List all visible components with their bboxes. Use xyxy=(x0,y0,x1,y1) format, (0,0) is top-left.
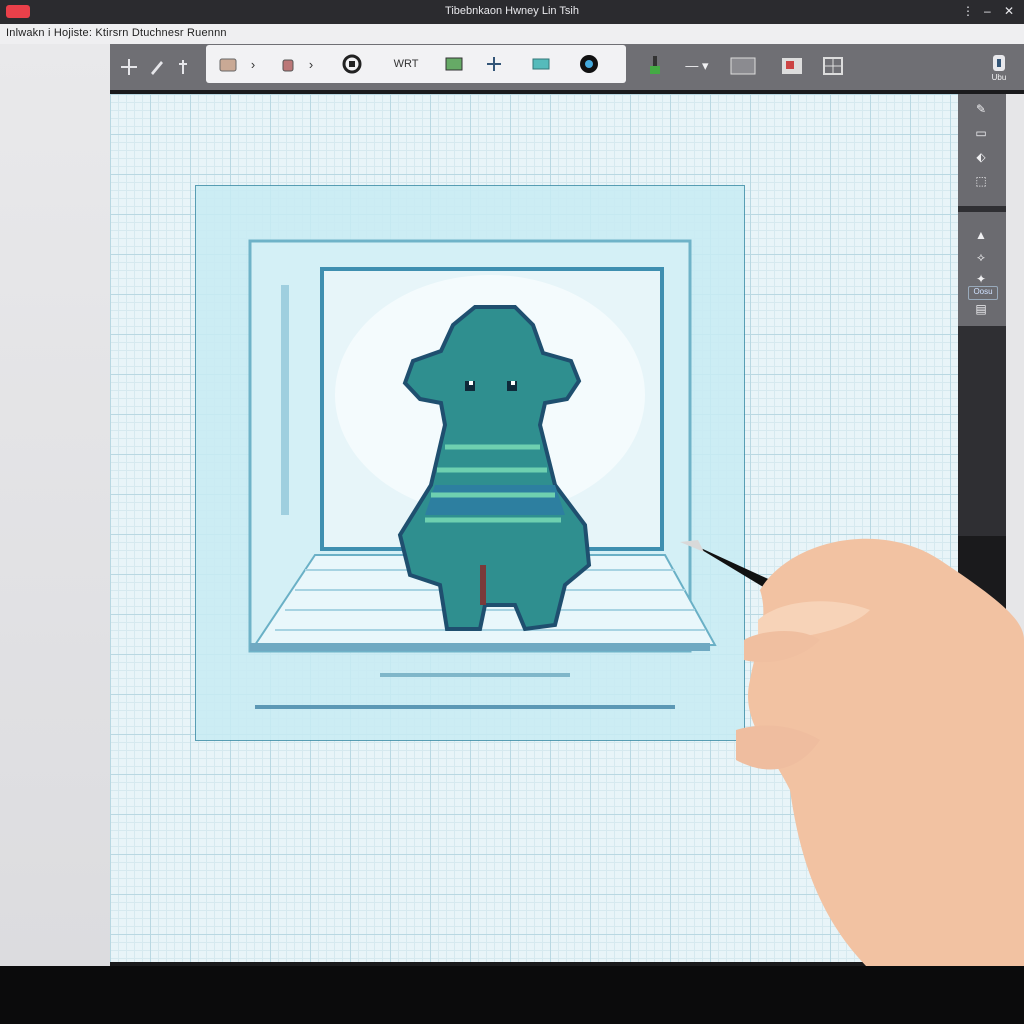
menu-text[interactable]: Inlwakn i Hojiste: Ktirsrn Dtuchnesr Rue… xyxy=(6,27,227,39)
layers-icon[interactable]: ▤ xyxy=(970,300,992,318)
frame-icon[interactable] xyxy=(728,54,758,78)
title-bar: Tibebnkaon Hwney Lin Tsih ⋮ – ✕ xyxy=(0,0,1024,24)
pixel-art-artwork xyxy=(195,185,745,741)
move-icon[interactable] xyxy=(118,56,140,78)
pencil-icon[interactable]: ✎ xyxy=(970,100,992,118)
lasso-icon[interactable] xyxy=(338,51,366,77)
pin-icon[interactable] xyxy=(172,56,194,78)
menu-bar: Inlwakn i Hojiste: Ktirsrn Dtuchnesr Rue… xyxy=(0,24,1024,44)
close-icon[interactable]: ✕ xyxy=(1004,4,1014,18)
eraser-icon[interactable]: ▭ xyxy=(970,124,992,142)
panel-label[interactable]: Oosu xyxy=(968,286,998,300)
tool-group: › › WRT xyxy=(206,45,626,83)
layer-icon[interactable] xyxy=(528,53,554,75)
bucket-icon[interactable] xyxy=(276,53,300,75)
line-style-icon[interactable]: — ▾ xyxy=(680,58,714,74)
brush-icon[interactable] xyxy=(644,52,666,80)
chevron-right-icon[interactable]: › xyxy=(244,53,262,75)
transform-icon[interactable] xyxy=(482,53,506,75)
eyedrop-icon[interactable]: ⟡ xyxy=(970,248,992,266)
window-title: Tibebnkaon Hwney Lin Tsih xyxy=(445,5,579,17)
fill-icon[interactable]: ⬖ xyxy=(970,148,992,166)
select-icon[interactable]: ⬚ xyxy=(970,172,992,190)
bottom-bar xyxy=(0,966,1024,1024)
stamp-icon[interactable] xyxy=(216,53,240,75)
bucket-small-icon[interactable]: ▲ xyxy=(970,226,992,244)
right-edge-panel xyxy=(1006,94,1024,966)
left-pane xyxy=(0,44,110,966)
account-button[interactable]: Ubu xyxy=(984,48,1014,86)
pen-icon[interactable] xyxy=(146,56,168,78)
image-icon[interactable] xyxy=(442,53,466,75)
chevron-right-icon[interactable]: › xyxy=(302,53,320,75)
account-label: Ubu xyxy=(991,72,1007,82)
toolbar: › › WRT — ▾ Ubu xyxy=(110,44,1024,90)
right-tool-panel: ✎ ▭ ⬖ ⬚ ▲ ⟡ ✦ Oosu ▤ xyxy=(958,94,1006,536)
minimize-icon[interactable]: – xyxy=(984,4,991,18)
grid-icon[interactable] xyxy=(778,54,806,78)
color-icon[interactable] xyxy=(576,51,602,77)
menu-dots-icon[interactable]: ⋮ xyxy=(962,4,974,18)
wrt-label[interactable]: WRT xyxy=(386,55,426,73)
canvas-icon[interactable] xyxy=(820,54,846,78)
